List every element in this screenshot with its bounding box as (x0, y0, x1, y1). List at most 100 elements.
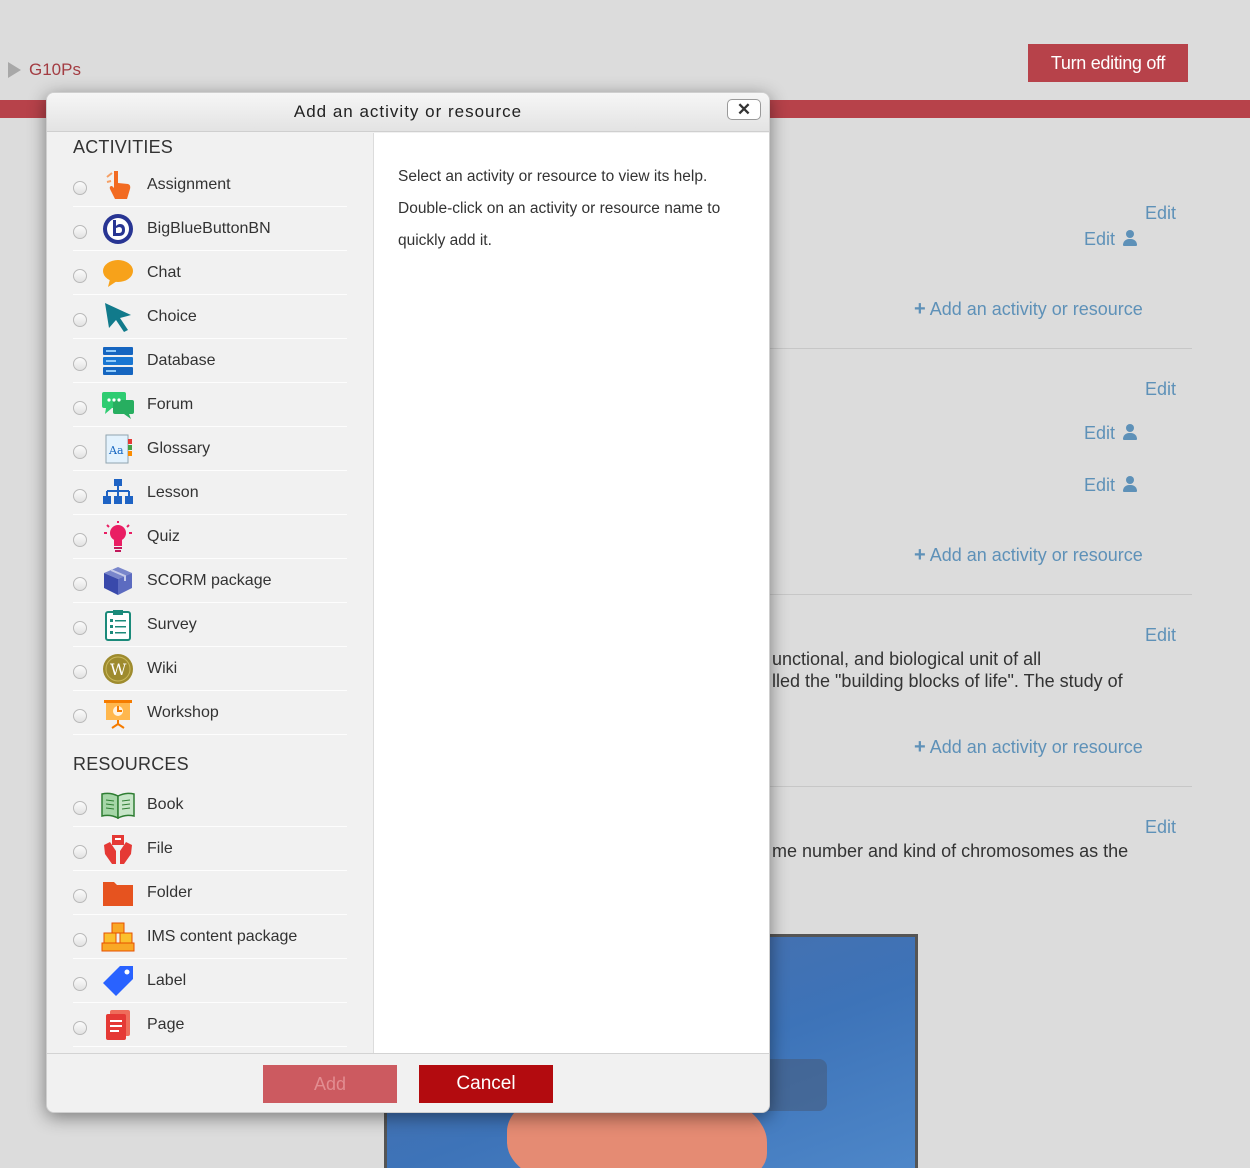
option-workshop[interactable]: Workshop (73, 691, 347, 735)
wiki-icon: W (101, 652, 135, 686)
option-page[interactable]: Page (73, 1003, 347, 1047)
activity-edit-link[interactable]: Edit (1084, 475, 1138, 496)
option-radio[interactable] (73, 180, 87, 195)
chat-icon (101, 256, 135, 290)
plus-icon: + (914, 298, 926, 320)
workshop-icon (101, 696, 135, 730)
section-edit-link[interactable]: Edit (1145, 379, 1176, 400)
database-icon (101, 344, 135, 378)
activity-edit-link[interactable]: Edit (1084, 423, 1138, 444)
option-label: Page (147, 1015, 185, 1033)
option-label: Wiki (147, 659, 178, 677)
option-radio[interactable] (73, 356, 87, 371)
breadcrumb-course-link[interactable]: G10Ps (29, 60, 81, 80)
option-survey[interactable]: Survey (73, 603, 347, 647)
activity-chooser-dialog: Add an activity or resource ✕ ACTIVITIES… (46, 92, 770, 1113)
option-radio[interactable] (73, 400, 87, 415)
option-label: Glossary (147, 439, 211, 457)
section-edit-link[interactable]: Edit (1145, 817, 1176, 838)
book-icon (101, 788, 135, 822)
file-icon (101, 832, 135, 866)
plus-icon: + (914, 544, 926, 566)
breadcrumb-arrow-icon (8, 62, 21, 78)
option-label: Book (147, 795, 184, 813)
help-panel: Select an activity or resource to view i… (373, 133, 769, 1053)
option-radio[interactable] (73, 1020, 87, 1035)
user-icon (1123, 424, 1138, 440)
option-database[interactable]: Database (73, 339, 347, 383)
option-radio[interactable] (73, 312, 87, 327)
option-radio[interactable] (73, 620, 87, 635)
edit-label: Edit (1084, 423, 1116, 443)
option-label: SCORM package (147, 571, 272, 589)
option-assignment[interactable]: Assignment (73, 163, 347, 207)
option-label: Workshop (147, 703, 219, 721)
option-label: Choice (147, 307, 197, 325)
option-glossary[interactable]: Aa Glossary (73, 427, 347, 471)
ims-package-icon (101, 920, 135, 954)
option-bigbluebutton[interactable]: BigBlueButtonBN (73, 207, 347, 251)
option-label-resource[interactable]: Label (73, 959, 347, 1003)
option-file[interactable]: File (73, 827, 347, 871)
page-icon (101, 1008, 135, 1042)
option-label: Survey (147, 615, 197, 633)
option-label: Chat (147, 263, 181, 281)
breadcrumb: G10Ps (8, 60, 81, 80)
svg-text:W: W (110, 660, 127, 679)
plus-icon: + (914, 736, 926, 758)
user-icon (1123, 476, 1138, 492)
section-edit-link[interactable]: Edit (1145, 203, 1176, 224)
option-radio[interactable] (73, 268, 87, 283)
edit-label: Edit (1084, 229, 1116, 249)
option-choice[interactable]: Choice (73, 295, 347, 339)
activity-edit-link[interactable]: Edit (1084, 229, 1138, 250)
option-radio[interactable] (73, 444, 87, 459)
close-button[interactable]: ✕ (727, 99, 761, 120)
option-label: BigBlueButtonBN (147, 219, 271, 237)
option-radio[interactable] (73, 708, 87, 723)
help-text: Select an activity or resource to view i… (398, 168, 721, 249)
section-edit-link[interactable]: Edit (1145, 625, 1176, 646)
option-forum[interactable]: Forum (73, 383, 347, 427)
option-chat[interactable]: Chat (73, 251, 347, 295)
add-activity-label: Add an activity or resource (929, 737, 1143, 757)
option-folder[interactable]: Folder (73, 871, 347, 915)
assignment-icon (101, 168, 135, 202)
option-scorm[interactable]: SCORM package (73, 559, 347, 603)
user-icon (1123, 230, 1138, 246)
option-lesson[interactable]: Lesson (73, 471, 347, 515)
option-label: Forum (147, 395, 194, 413)
option-label: Quiz (147, 527, 180, 545)
option-radio[interactable] (73, 800, 87, 815)
add-activity-link[interactable]: + Add an activity or resource (914, 736, 1143, 759)
section-divider (770, 348, 1192, 349)
section-divider (770, 786, 1192, 787)
option-radio[interactable] (73, 576, 87, 591)
add-activity-link[interactable]: + Add an activity or resource (914, 544, 1143, 567)
options-list[interactable]: ACTIVITIES Assignment BigBlueButtonBN Ch… (47, 133, 372, 1053)
cancel-button[interactable]: Cancel (419, 1065, 553, 1103)
option-radio[interactable] (73, 888, 87, 903)
glossary-icon: Aa (101, 432, 135, 466)
option-radio[interactable] (73, 532, 87, 547)
add-button[interactable]: Add (263, 1065, 397, 1103)
close-icon: ✕ (736, 100, 752, 119)
section-divider (770, 594, 1192, 595)
option-wiki[interactable]: W Wiki (73, 647, 347, 691)
option-book[interactable]: Book (73, 783, 347, 827)
label-icon (101, 964, 135, 998)
section-summary-text: unctional, and biological unit of all (772, 649, 1042, 669)
option-radio[interactable] (73, 224, 87, 239)
option-radio[interactable] (73, 844, 87, 859)
lesson-icon (101, 476, 135, 510)
option-radio[interactable] (73, 488, 87, 503)
edit-label: Edit (1084, 475, 1116, 495)
turn-editing-off-button[interactable]: Turn editing off (1028, 44, 1188, 82)
option-radio[interactable] (73, 664, 87, 679)
add-activity-link[interactable]: + Add an activity or resource (914, 298, 1143, 321)
option-quiz[interactable]: Quiz (73, 515, 347, 559)
add-activity-label: Add an activity or resource (929, 299, 1143, 319)
option-radio[interactable] (73, 932, 87, 947)
option-radio[interactable] (73, 976, 87, 991)
option-ims-package[interactable]: IMS content package (73, 915, 347, 959)
